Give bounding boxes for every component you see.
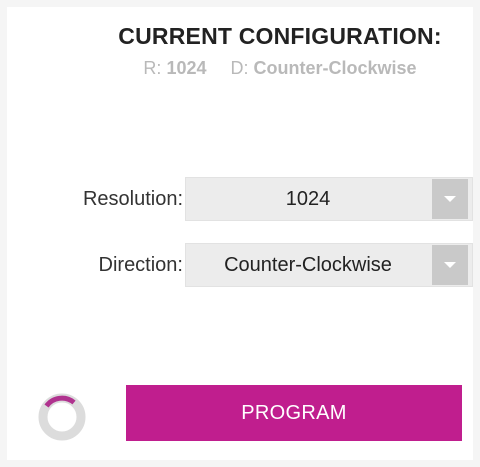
loading-spinner-icon bbox=[38, 393, 86, 441]
configuration-summary: R: 1024 D: Counter-Clockwise bbox=[47, 58, 480, 79]
summary-direction-label: D: bbox=[230, 58, 249, 78]
direction-label: Direction: bbox=[98, 254, 183, 276]
page-title: CURRENT CONFIGURATION: bbox=[118, 23, 442, 49]
summary-resolution-label: R: bbox=[143, 58, 162, 78]
configuration-header: CURRENT CONFIGURATION: R: 1024 D: Counte… bbox=[7, 23, 473, 79]
resolution-label: Resolution: bbox=[82, 188, 183, 210]
configuration-panel: CURRENT CONFIGURATION: R: 1024 D: Counte… bbox=[7, 7, 473, 460]
chevron-down-icon[interactable] bbox=[432, 245, 468, 285]
resolution-selected-value: 1024 bbox=[285, 188, 331, 210]
direction-row: Direction: Counter-Clockwise bbox=[7, 243, 473, 287]
program-button[interactable]: PROGRAM bbox=[126, 385, 462, 441]
summary-resolution-value: 1024 bbox=[166, 58, 207, 78]
resolution-row: Resolution: 1024 bbox=[7, 177, 473, 221]
summary-direction-value: Counter-Clockwise bbox=[253, 58, 417, 78]
resolution-dropdown[interactable]: 1024 bbox=[185, 177, 473, 221]
direction-dropdown[interactable]: Counter-Clockwise bbox=[185, 243, 473, 287]
direction-selected-value: Counter-Clockwise bbox=[224, 254, 392, 276]
chevron-down-icon[interactable] bbox=[432, 179, 468, 219]
